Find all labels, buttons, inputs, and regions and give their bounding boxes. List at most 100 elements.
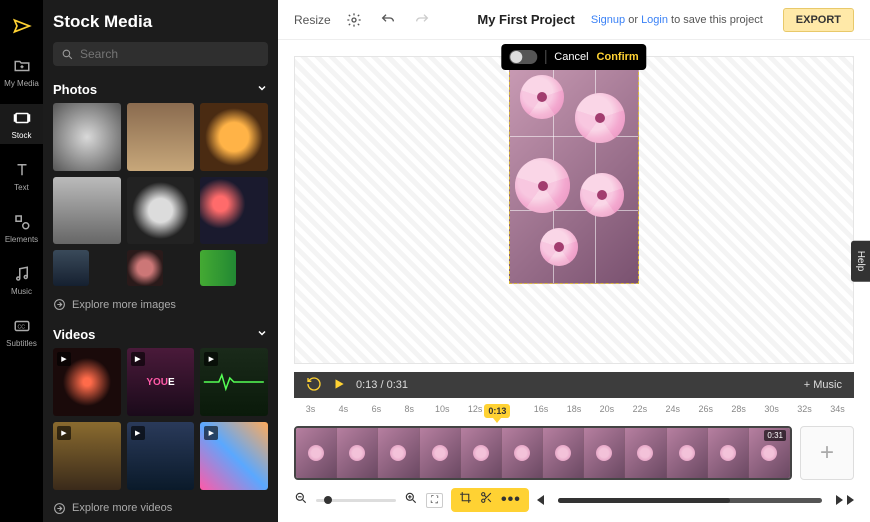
clip-frame[interactable]: [337, 428, 378, 478]
restart-button[interactable]: [306, 376, 322, 395]
scroll-left-button[interactable]: [537, 495, 544, 505]
shapes-icon: [12, 212, 32, 232]
ruler-tick: 34s: [821, 404, 854, 426]
main-editor: Resize My First Project Signup or Login …: [278, 0, 870, 522]
signup-link[interactable]: Signup: [591, 14, 625, 26]
fit-button[interactable]: ⛶: [426, 493, 443, 508]
login-link[interactable]: Login: [641, 14, 668, 26]
search-field[interactable]: [53, 42, 268, 66]
section-label: Photos: [53, 82, 97, 97]
photo-thumb[interactable]: [200, 177, 268, 245]
arrow-right-circle-icon: [53, 298, 66, 311]
explore-label: Explore more videos: [72, 502, 172, 514]
zoom-out-icon: [294, 491, 308, 505]
text-icon: [12, 160, 32, 180]
videos-section-header[interactable]: Videos: [53, 321, 268, 348]
settings-button[interactable]: [343, 9, 365, 31]
clip-frame[interactable]: [502, 428, 543, 478]
crop-tool-button[interactable]: [459, 491, 472, 509]
playbar: 0:13 / 0:31 + Music: [294, 372, 854, 398]
photos-grid: [53, 103, 268, 286]
zoom-slider[interactable]: [316, 499, 396, 502]
nav-text[interactable]: Text: [0, 156, 43, 196]
clip-tools: •••: [451, 488, 529, 512]
photo-thumb[interactable]: [200, 103, 268, 171]
stock-media-panel: Stock Media Photos Explore more images V…: [43, 0, 278, 522]
crop-frame[interactable]: [509, 62, 639, 284]
crop-toggle[interactable]: [509, 50, 537, 64]
explore-videos-link[interactable]: Explore more videos: [53, 496, 268, 522]
ruler-tick: 26s: [689, 404, 722, 426]
timeline-scrollbar[interactable]: [558, 498, 822, 503]
scissors-icon: [480, 491, 493, 504]
ruler-tick: 28s: [722, 404, 755, 426]
undo-button[interactable]: [377, 9, 399, 31]
zoom-in-button[interactable]: [404, 491, 418, 510]
nav-elements[interactable]: Elements: [0, 208, 43, 248]
clip-frame[interactable]: [420, 428, 461, 478]
video-thumb[interactable]: ▶: [53, 348, 121, 416]
ruler-tick: 32s: [788, 404, 821, 426]
nav-music[interactable]: Music: [0, 260, 43, 300]
canvas[interactable]: Cancel Confirm: [278, 40, 870, 372]
play-icon: ▶: [57, 352, 71, 366]
redo-button[interactable]: [411, 9, 433, 31]
nav-stock[interactable]: Stock: [0, 104, 43, 144]
more-tools-button[interactable]: •••: [501, 491, 521, 509]
zoom-handle[interactable]: [324, 496, 332, 504]
video-thumb[interactable]: YOUE▶: [127, 348, 195, 416]
video-thumb[interactable]: ▶: [53, 422, 121, 490]
clip-frame[interactable]: [584, 428, 625, 478]
photos-section-header[interactable]: Photos: [53, 76, 268, 103]
cancel-crop-button[interactable]: Cancel: [554, 51, 588, 63]
project-title[interactable]: My First Project: [477, 12, 575, 27]
video-thumb[interactable]: ▶: [200, 348, 268, 416]
video-track[interactable]: 0:31: [294, 426, 792, 480]
clip-frame[interactable]: [708, 428, 749, 478]
clip-frame[interactable]: [625, 428, 666, 478]
photo-thumb[interactable]: [53, 177, 121, 245]
timeline-ruler[interactable]: 3s 4s 6s 8s 10s 12s 0:13 16s 18s 20s 22s…: [294, 404, 854, 426]
clip-frame[interactable]: [543, 428, 584, 478]
split-tool-button[interactable]: [480, 491, 493, 509]
photo-thumb[interactable]: [53, 250, 89, 286]
explore-images-link[interactable]: Explore more images: [53, 292, 268, 321]
resize-button[interactable]: Resize: [294, 13, 331, 27]
photo-thumb[interactable]: [200, 250, 236, 286]
photo-thumb[interactable]: [127, 103, 195, 171]
nav-my-media[interactable]: My Media: [0, 52, 43, 92]
section-label: Videos: [53, 327, 95, 342]
video-thumb[interactable]: ▶: [200, 422, 268, 490]
scroll-end-button[interactable]: [847, 495, 854, 505]
chevron-down-icon: [256, 327, 268, 342]
video-thumb[interactable]: ▶: [127, 422, 195, 490]
clip-frame[interactable]: [461, 428, 502, 478]
add-music-button[interactable]: + Music: [804, 379, 842, 391]
separator: [545, 50, 546, 64]
clip-frame[interactable]: [378, 428, 419, 478]
clip-frame[interactable]: [296, 428, 337, 478]
photo-thumb[interactable]: [127, 250, 163, 286]
play-button[interactable]: [332, 377, 346, 394]
redo-icon: [414, 12, 430, 28]
photo-thumb[interactable]: [127, 177, 195, 245]
panel-title: Stock Media: [53, 12, 268, 32]
export-button[interactable]: EXPORT: [783, 8, 854, 32]
confirm-crop-button[interactable]: Confirm: [597, 51, 639, 63]
scroll-right-button[interactable]: [836, 495, 843, 505]
help-tab[interactable]: Help: [851, 241, 870, 282]
crop-icon: [459, 491, 472, 504]
scrollbar-thumb[interactable]: [558, 498, 730, 503]
add-clip-button[interactable]: +: [800, 426, 854, 480]
ruler-tick: 8s: [393, 404, 426, 426]
app-logo[interactable]: [0, 12, 43, 40]
clip-frame[interactable]: [667, 428, 708, 478]
videos-grid: ▶ YOUE▶ ▶ ▶ ▶ ▶: [53, 348, 268, 489]
ruler-tick: 20s: [590, 404, 623, 426]
timeline: 3s 4s 6s 8s 10s 12s 0:13 16s 18s 20s 22s…: [278, 404, 870, 522]
search-input[interactable]: [80, 47, 260, 61]
folder-plus-icon: [12, 56, 32, 76]
photo-thumb[interactable]: [53, 103, 121, 171]
zoom-out-button[interactable]: [294, 491, 308, 510]
nav-subtitles[interactable]: CC Subtitles: [0, 312, 43, 352]
